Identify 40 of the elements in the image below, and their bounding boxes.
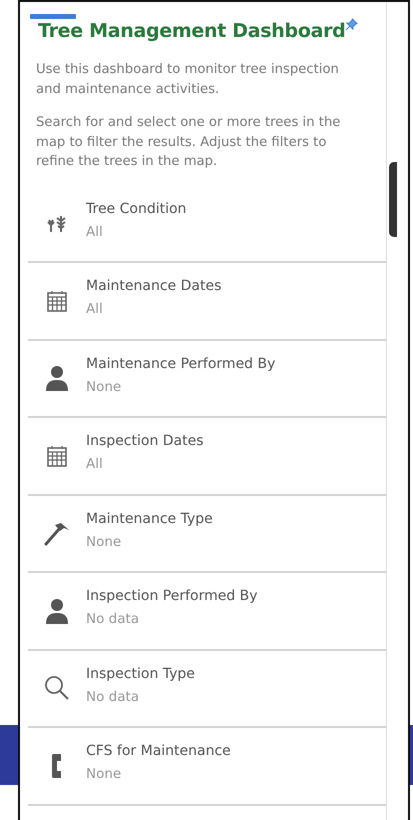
- filter-label: Maintenance Type: [86, 510, 213, 527]
- person-icon: [45, 598, 69, 624]
- filter-value: No data: [86, 688, 140, 705]
- panel-title: Tree Management Dashboard: [38, 20, 346, 42]
- filter-label: Inspection Dates: [86, 433, 204, 450]
- filter-label: CFS for Maintenance: [86, 743, 231, 760]
- filter-value: None: [86, 534, 122, 550]
- calendar-icon: [47, 290, 67, 312]
- filter-value: All: [86, 456, 104, 472]
- filter-value: All: [86, 224, 104, 240]
- search-icon: [44, 675, 70, 702]
- calendar-icon: [47, 444, 67, 467]
- background-band: [0, 725, 18, 785]
- scroll-thumb[interactable]: [389, 162, 397, 237]
- hammer-icon: [44, 520, 70, 546]
- description-text: Search for and select one or more trees in the map to filter the results. Adjust the filters to refine the trees in the map.: [36, 114, 342, 171]
- filter-value: None: [86, 378, 122, 395]
- filter-item[interactable]: Inspection Type No data: [28, 650, 386, 728]
- pin-icon[interactable]: [345, 18, 358, 31]
- filter-item[interactable]: Maintenance Type None: [28, 496, 386, 573]
- filter-label: Inspection Performed By: [86, 588, 258, 604]
- filter-label: Tree Condition: [86, 200, 186, 217]
- filter-label: Inspection Type: [86, 666, 195, 682]
- filter-item[interactable]: CFS for Maintenance None: [28, 728, 386, 806]
- phone-icon: [51, 752, 63, 779]
- filter-label: Maintenance Performed By: [86, 356, 276, 372]
- filter-value: All: [86, 301, 104, 318]
- drag-handle[interactable]: [30, 14, 76, 19]
- person-icon: [45, 365, 69, 392]
- filter-item[interactable]: Maintenance Performed By None: [28, 340, 386, 418]
- description-text: Use this dashboard to monitor tree inspection and maintenance activities.: [36, 61, 340, 98]
- filter-label: Maintenance Dates: [86, 278, 222, 294]
- filter-value: None: [86, 766, 122, 782]
- filter-value: No data: [86, 611, 140, 628]
- filter-item[interactable]: Tree Condition All: [28, 186, 386, 263]
- filter-item[interactable]: Inspection Performed By No data: [28, 573, 386, 650]
- filter-item[interactable]: Inspection Dates All: [28, 418, 386, 496]
- background-band: [410, 725, 413, 785]
- filter-item[interactable]: Maintenance Dates All: [28, 263, 386, 340]
- plant-icon: [46, 213, 68, 234]
